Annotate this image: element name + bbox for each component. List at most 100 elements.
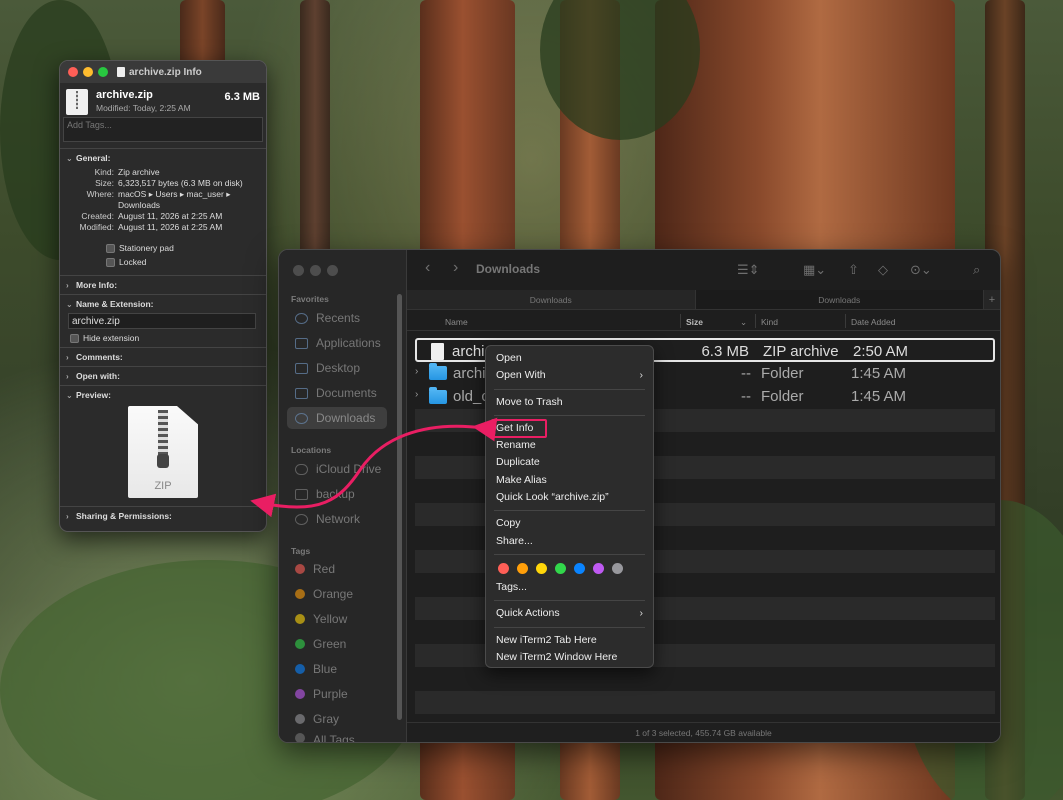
tags-label: Tags bbox=[291, 546, 311, 556]
comments-section[interactable]: › Comments: bbox=[60, 347, 266, 366]
menu-item-move-to-trash[interactable]: Move to Trash bbox=[486, 394, 653, 411]
menu-item-share[interactable]: Share... bbox=[486, 533, 653, 550]
tag-color-purple[interactable] bbox=[593, 563, 604, 575]
row-date: 1:45 AM bbox=[851, 388, 907, 405]
menu-item-duplicate[interactable]: Duplicate bbox=[486, 454, 653, 471]
add-tab-icon[interactable]: + bbox=[984, 290, 1000, 309]
sidebar-tag-gray[interactable]: Gray bbox=[287, 708, 387, 730]
more-info-header[interactable]: › More Info: bbox=[66, 280, 260, 290]
sidebar-item-icloud[interactable]: iCloud Drive bbox=[287, 458, 387, 480]
sidebar-item-label: Orange bbox=[313, 587, 354, 601]
comments-header[interactable]: › Comments: bbox=[66, 352, 260, 362]
sidebar-tag-green[interactable]: Green bbox=[287, 633, 387, 655]
minimize-button[interactable] bbox=[83, 67, 93, 77]
minimize-button[interactable] bbox=[310, 265, 321, 276]
name-extension-label: Name & Extension: bbox=[76, 299, 154, 309]
open-with-header[interactable]: › Open with: bbox=[66, 371, 260, 381]
row-size: -- bbox=[741, 364, 751, 382]
search-icon[interactable]: ⌕ bbox=[973, 262, 980, 278]
sidebar-item-backup[interactable]: backup bbox=[287, 483, 387, 505]
more-actions-icon[interactable]: ⊙⌄ bbox=[910, 262, 932, 278]
sidebar-item-label: Purple bbox=[313, 687, 348, 701]
applications-icon bbox=[295, 337, 308, 349]
menu-item-rename[interactable]: Rename bbox=[486, 437, 653, 454]
general-header-label: General: bbox=[76, 153, 111, 163]
sidebar-scrollbar[interactable] bbox=[397, 294, 402, 720]
sidebar-tag-yellow[interactable]: Yellow bbox=[287, 608, 387, 630]
sidebar-tag-purple[interactable]: Purple bbox=[287, 683, 387, 705]
list-view-icon[interactable]: ☰⇕ bbox=[737, 262, 760, 278]
info-header: archive.zip Modified: Today, 2:25 AM 6.3… bbox=[60, 83, 266, 117]
stationery-checkbox[interactable]: Stationery pad bbox=[106, 243, 260, 253]
sidebar-item-network[interactable]: Network bbox=[287, 508, 387, 530]
sidebar-tag-orange[interactable]: Orange bbox=[287, 583, 387, 605]
sidebar-tag-blue[interactable]: Blue bbox=[287, 658, 387, 680]
preview-header[interactable]: ⌄ Preview: bbox=[66, 390, 260, 400]
locked-checkbox[interactable]: Locked bbox=[106, 257, 260, 267]
menu-item-make-alias[interactable]: Make Alias bbox=[486, 472, 653, 489]
sidebar-all-tags[interactable]: All Tags... bbox=[287, 733, 387, 742]
tab-downloads-2[interactable]: Downloads bbox=[695, 290, 984, 309]
hide-extension-checkbox[interactable]: Hide extension bbox=[70, 333, 260, 343]
menu-item-copy[interactable]: Copy bbox=[486, 515, 653, 532]
disclosure-triangle-icon[interactable]: › bbox=[415, 389, 418, 400]
tag-color-yellow[interactable] bbox=[536, 563, 547, 575]
menu-item-open-with[interactable]: Open With › bbox=[486, 367, 653, 384]
disclosure-triangle-icon[interactable]: › bbox=[415, 366, 418, 377]
row-kind: Folder bbox=[761, 364, 804, 382]
sidebar-item-documents[interactable]: Documents bbox=[287, 382, 387, 404]
menu-item-quick-look[interactable]: Quick Look “archive.zip” bbox=[486, 489, 653, 506]
window-controls[interactable] bbox=[293, 265, 344, 276]
column-kind[interactable]: Kind bbox=[761, 317, 778, 327]
sidebar-item-downloads[interactable]: Downloads bbox=[287, 407, 387, 429]
column-name[interactable]: Name bbox=[445, 317, 468, 327]
share-icon[interactable]: ⇧ bbox=[848, 262, 859, 278]
tag-icon[interactable]: ◇ bbox=[878, 262, 888, 278]
close-button[interactable] bbox=[68, 67, 78, 77]
menu-item-new-iterm-tab[interactable]: New iTerm2 Tab Here bbox=[486, 632, 653, 649]
sidebar-item-recents[interactable]: Recents bbox=[287, 307, 387, 329]
back-icon[interactable]: ‹ bbox=[425, 259, 430, 277]
menu-item-new-iterm-window[interactable]: New iTerm2 Window Here bbox=[486, 649, 653, 666]
open-with-section[interactable]: › Open with: bbox=[60, 366, 266, 385]
tab-downloads-1[interactable]: Downloads bbox=[407, 290, 696, 309]
forward-icon[interactable]: › bbox=[453, 259, 458, 277]
tag-color-orange[interactable] bbox=[517, 563, 528, 575]
group-icon[interactable]: ▦⌄ bbox=[803, 262, 826, 278]
menu-item-open[interactable]: Open bbox=[486, 350, 653, 367]
zoom-button[interactable] bbox=[98, 67, 108, 77]
row-name: old_c bbox=[453, 388, 489, 405]
tag-color-red[interactable] bbox=[498, 563, 509, 575]
general-header[interactable]: ⌄ General: bbox=[66, 153, 260, 163]
chevron-down-icon: ⌄ bbox=[66, 299, 73, 309]
tags-field[interactable]: Add Tags... bbox=[63, 117, 263, 142]
get-info-window[interactable]: archive.zip Info archive.zip Modified: T… bbox=[59, 60, 267, 532]
column-size[interactable]: Size bbox=[686, 317, 703, 327]
menu-item-tags[interactable]: Tags... bbox=[486, 579, 653, 596]
sharing-section[interactable]: › Sharing & Permissions: bbox=[60, 506, 266, 525]
sidebar-item-label: Recents bbox=[316, 311, 361, 325]
close-button[interactable] bbox=[293, 265, 304, 276]
zoom-button[interactable] bbox=[327, 265, 338, 276]
menu-item-get-info[interactable]: Get Info bbox=[491, 418, 547, 439]
more-info-section[interactable]: › More Info: bbox=[60, 275, 266, 294]
column-date-added[interactable]: Date Added bbox=[851, 317, 895, 327]
menu-item-quick-actions[interactable]: Quick Actions › bbox=[486, 605, 653, 622]
sidebar-tag-red[interactable]: Red bbox=[287, 558, 387, 580]
size-value: 6,323,517 bytes (6.3 MB on disk) bbox=[118, 178, 243, 188]
name-extension-header[interactable]: ⌄ Name & Extension: bbox=[66, 299, 260, 309]
sidebar-item-desktop[interactable]: Desktop bbox=[287, 357, 387, 379]
row-date: 1:45 AM bbox=[851, 364, 907, 382]
sidebar-item-label: Gray bbox=[313, 712, 340, 726]
info-titlebar[interactable]: archive.zip Info bbox=[60, 61, 266, 83]
sidebar-item-applications[interactable]: Applications bbox=[287, 332, 387, 354]
sharing-header[interactable]: › Sharing & Permissions: bbox=[66, 511, 260, 521]
sidebar-item-label: Yellow bbox=[313, 612, 348, 626]
tag-color-gray[interactable] bbox=[612, 563, 623, 575]
tag-color-blue[interactable] bbox=[574, 563, 585, 575]
sidebar-item-label: Documents bbox=[316, 386, 377, 400]
tag-color-green[interactable] bbox=[555, 563, 566, 575]
more-info-label: More Info: bbox=[76, 280, 118, 290]
checkbox-icon bbox=[106, 257, 115, 267]
name-field[interactable]: archive.zip bbox=[68, 313, 256, 329]
